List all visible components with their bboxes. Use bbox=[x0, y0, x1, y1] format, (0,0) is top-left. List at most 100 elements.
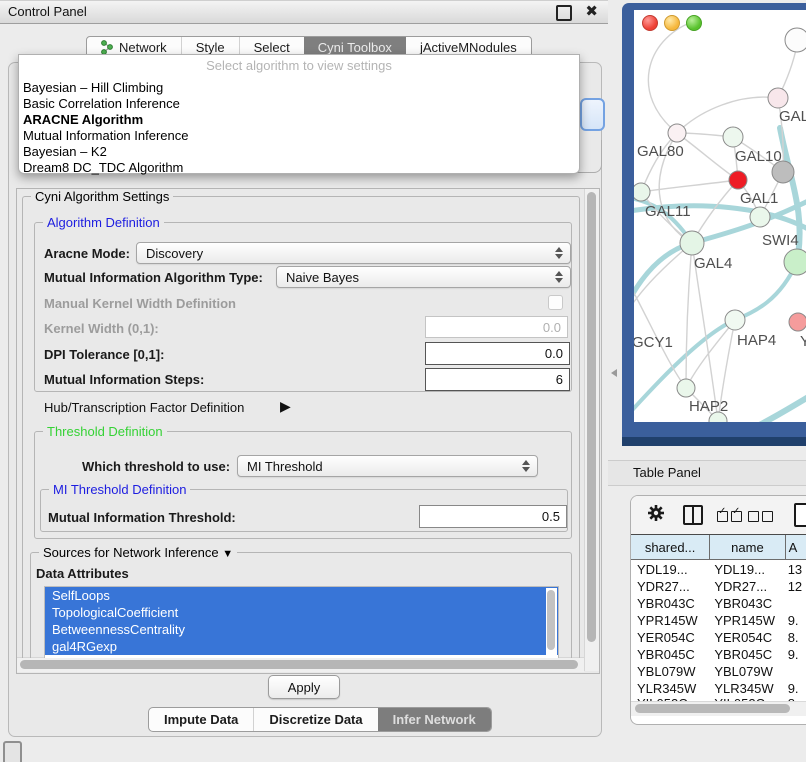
mi-steps-input[interactable]: 6 bbox=[425, 368, 570, 391]
aracne-mode-combobox[interactable]: Discovery bbox=[136, 242, 571, 264]
expand-right-icon[interactable]: ▶ bbox=[280, 398, 291, 415]
dropdown-item[interactable]: Dream8 DC_TDC Algorithm bbox=[23, 160, 183, 175]
dropdown-item-selected[interactable]: ARACNE Algorithm bbox=[23, 112, 143, 127]
window-title: Control Panel bbox=[8, 4, 87, 19]
vertical-scrollbar-thumb[interactable] bbox=[587, 192, 596, 642]
tab-discretize-data[interactable]: Discretize Data bbox=[253, 708, 377, 731]
minimized-panel-icon[interactable] bbox=[3, 741, 22, 762]
mi-type-label: Mutual Information Algorithm Type: bbox=[44, 270, 263, 285]
combo-arrows-icon bbox=[555, 267, 563, 287]
mi-type-value: Naive Bayes bbox=[286, 270, 359, 285]
node-label: GAL10 bbox=[735, 148, 782, 165]
network-canvas[interactable]: GAL GAL80 GAL10 GAL1 GAL11 SWI4 GAL4 GCY… bbox=[634, 10, 806, 422]
sources-group-title: Sources for Network Inference ▼ bbox=[39, 545, 237, 560]
node-hap2 bbox=[677, 379, 695, 397]
mi-threshold-input[interactable]: 0.5 bbox=[419, 505, 567, 528]
mi-threshold-label: Mutual Information Threshold: bbox=[48, 510, 236, 525]
tab-network-label: Network bbox=[119, 40, 167, 55]
bottom-tabs: Impute Data Discretize Data Infer Networ… bbox=[148, 707, 492, 732]
table-horizontal-scrollbar[interactable] bbox=[631, 701, 806, 716]
data-attributes-list: SelfLoops TopologicalCoefficient Between… bbox=[44, 586, 559, 658]
table-row[interactable]: YBR043CYBR043C bbox=[631, 595, 806, 612]
column-header[interactable]: A bbox=[786, 535, 806, 559]
dropdown-item[interactable]: Bayesian – K2 bbox=[23, 144, 107, 159]
node-label: GAL4 bbox=[694, 255, 732, 272]
node-label: GAL1 bbox=[740, 190, 778, 207]
table-header-row: shared... name A bbox=[631, 535, 806, 560]
tab-impute-data[interactable]: Impute Data bbox=[149, 708, 253, 731]
node bbox=[768, 88, 788, 108]
manual-kernel-label: Manual Kernel Width Definition bbox=[44, 296, 236, 311]
node-label: GCY1 bbox=[634, 334, 673, 351]
mac-minimize-icon[interactable] bbox=[664, 15, 680, 31]
algorithm-definition-title: Algorithm Definition bbox=[43, 215, 164, 230]
table-row[interactable]: YDR27...YDR27...12 bbox=[631, 578, 806, 595]
network-icon bbox=[101, 40, 114, 55]
which-threshold-combobox[interactable]: MI Threshold bbox=[237, 455, 538, 477]
table-row[interactable]: YBL079WYBL079W bbox=[631, 663, 806, 680]
kernel-width-label: Kernel Width (0,1): bbox=[44, 321, 159, 336]
mi-steps-label: Mutual Information Steps: bbox=[44, 372, 204, 387]
mac-close-icon[interactable] bbox=[642, 15, 658, 31]
which-threshold-value: MI Threshold bbox=[247, 459, 323, 474]
table-toolbar: ✓✓ bbox=[631, 496, 806, 535]
export-table-icon[interactable] bbox=[794, 503, 806, 527]
close-icon[interactable]: ✖ bbox=[585, 2, 598, 20]
algorithm-dropdown-list: Select algorithm to view settings Bayesi… bbox=[18, 54, 580, 174]
apply-button[interactable]: Apply bbox=[268, 675, 340, 699]
dpi-tolerance-input[interactable]: 0.0 bbox=[425, 342, 570, 365]
dpi-tolerance-value: 0.0 bbox=[545, 346, 563, 361]
manual-kernel-checkbox[interactable] bbox=[548, 295, 563, 310]
table-horizontal-scrollbar-thumb[interactable] bbox=[635, 704, 790, 713]
dropdown-item[interactable]: Mutual Information Inference bbox=[23, 128, 188, 143]
dropdown-item[interactable]: Bayesian – Hill Climbing bbox=[23, 80, 163, 95]
control-panel-titlebar: Control Panel ✖ bbox=[0, 0, 608, 24]
focused-combobox-fragment bbox=[580, 98, 605, 131]
node-label: GAL80 bbox=[637, 143, 684, 160]
hub-section-label[interactable]: Hub/Transcription Factor Definition bbox=[44, 400, 244, 415]
list-item[interactable]: TopologicalCoefficient bbox=[45, 604, 558, 621]
node-gal4 bbox=[680, 231, 704, 255]
app-root: Control Panel ✖ Network Style Select Cyn… bbox=[0, 0, 806, 762]
column-header[interactable]: name bbox=[710, 535, 785, 559]
aracne-mode-label: Aracne Mode: bbox=[44, 246, 130, 261]
horizontal-scrollbar[interactable] bbox=[17, 657, 584, 672]
list-item[interactable]: BetweennessCentrality bbox=[45, 621, 558, 638]
network-window-frame-bottom bbox=[622, 437, 806, 446]
float-window-icon[interactable] bbox=[556, 5, 572, 21]
which-threshold-label: Which threshold to use: bbox=[82, 459, 230, 474]
table-row[interactable]: YPR145WYPR145W9. bbox=[631, 612, 806, 629]
node-green bbox=[784, 249, 806, 275]
gear-icon[interactable] bbox=[647, 504, 665, 522]
cyni-settings-group-title: Cyni Algorithm Settings bbox=[31, 189, 173, 204]
vertical-scrollbar[interactable] bbox=[584, 189, 599, 671]
mac-zoom-icon[interactable] bbox=[686, 15, 702, 31]
kernel-width-value: 0.0 bbox=[543, 320, 561, 335]
node-label: HAP2 bbox=[689, 398, 728, 415]
aracne-mode-value: Discovery bbox=[146, 246, 203, 261]
select-all-icon[interactable]: ✓✓ bbox=[717, 509, 745, 527]
table-row[interactable]: YDL19...YDL19...13 bbox=[631, 561, 806, 578]
list-scrollbar-thumb[interactable] bbox=[547, 590, 555, 650]
node-label: SWI4 bbox=[762, 232, 799, 249]
dropdown-item[interactable]: Basic Correlation Inference bbox=[23, 96, 180, 111]
node-gal11 bbox=[634, 183, 650, 201]
horizontal-scrollbar-thumb[interactable] bbox=[20, 660, 578, 669]
list-scrollbar[interactable] bbox=[546, 588, 557, 658]
node-hap4 bbox=[725, 310, 745, 330]
panel-splitter-arrow-icon[interactable] bbox=[611, 369, 617, 377]
mi-threshold-value: 0.5 bbox=[542, 509, 560, 524]
tab-infer-network[interactable]: Infer Network bbox=[378, 708, 491, 731]
node-label: HAP4 bbox=[737, 332, 776, 349]
table-row[interactable]: YBR045CYBR045C9. bbox=[631, 646, 806, 663]
show-columns-icon[interactable] bbox=[683, 505, 703, 525]
collapse-down-icon[interactable]: ▼ bbox=[222, 548, 233, 560]
mi-type-combobox[interactable]: Naive Bayes bbox=[276, 266, 571, 288]
list-item[interactable]: gal4RGexp bbox=[45, 638, 558, 655]
table-panel-titlebar: Table Panel bbox=[608, 460, 806, 486]
table-row[interactable]: YER054CYER054C8. bbox=[631, 629, 806, 646]
column-header[interactable]: shared... bbox=[631, 535, 710, 559]
deselect-all-icon[interactable] bbox=[748, 509, 776, 527]
node-label: Y bbox=[800, 333, 806, 350]
list-item[interactable]: SelfLoops bbox=[45, 587, 558, 604]
